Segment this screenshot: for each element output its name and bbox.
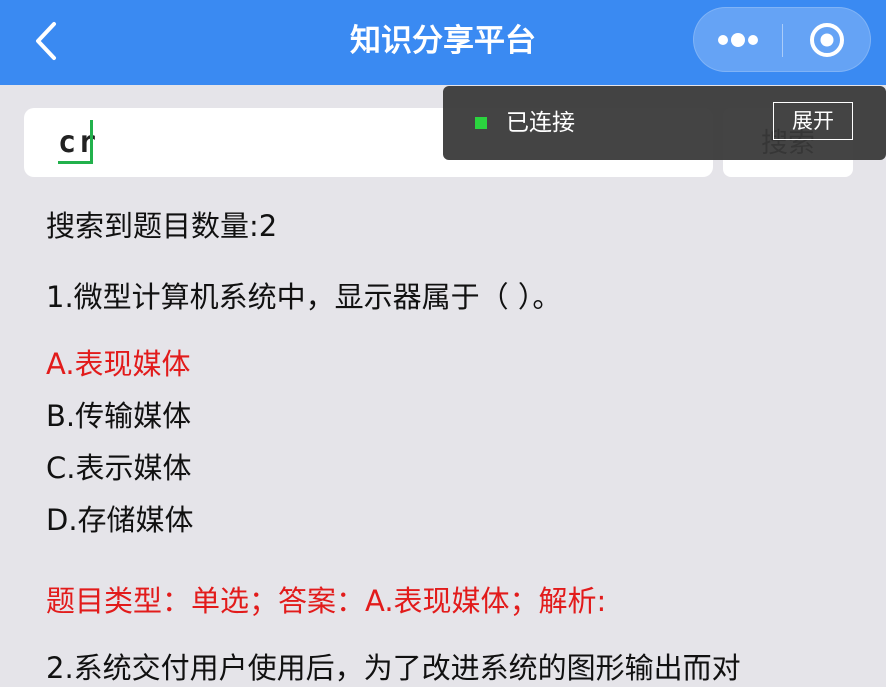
result-count: 搜索到题目数量:2 bbox=[46, 209, 278, 243]
mini-program-capsule bbox=[693, 7, 871, 72]
question-text-2: 2.系统交付用户使用后，为了改进系统的图形输出而对 bbox=[46, 651, 741, 685]
expand-button[interactable]: 展开 bbox=[773, 102, 853, 140]
question-text: 1.微型计算机系统中，显示器属于（ ）。 bbox=[46, 280, 562, 314]
connection-status-text: 已连接 bbox=[506, 110, 575, 136]
option-d: D.存储媒体 bbox=[46, 503, 194, 537]
close-mini-program-button[interactable] bbox=[783, 8, 871, 71]
connected-indicator-icon bbox=[475, 117, 487, 129]
more-dots-icon bbox=[718, 33, 758, 47]
connection-status-panel: 已连接 展开 bbox=[443, 86, 886, 160]
option-b: B.传输媒体 bbox=[46, 399, 192, 433]
input-underline bbox=[58, 161, 92, 164]
text-cursor bbox=[90, 120, 93, 164]
option-c: C.表示媒体 bbox=[46, 451, 192, 485]
navigation-bar: 知识分享平台 bbox=[0, 0, 886, 85]
option-a: A.表现媒体 bbox=[46, 347, 191, 381]
record-circle-icon bbox=[810, 23, 844, 57]
answer-explanation: 题目类型：单选；答案：A.表现媒体；解析: bbox=[46, 584, 607, 618]
more-button[interactable] bbox=[694, 8, 782, 71]
